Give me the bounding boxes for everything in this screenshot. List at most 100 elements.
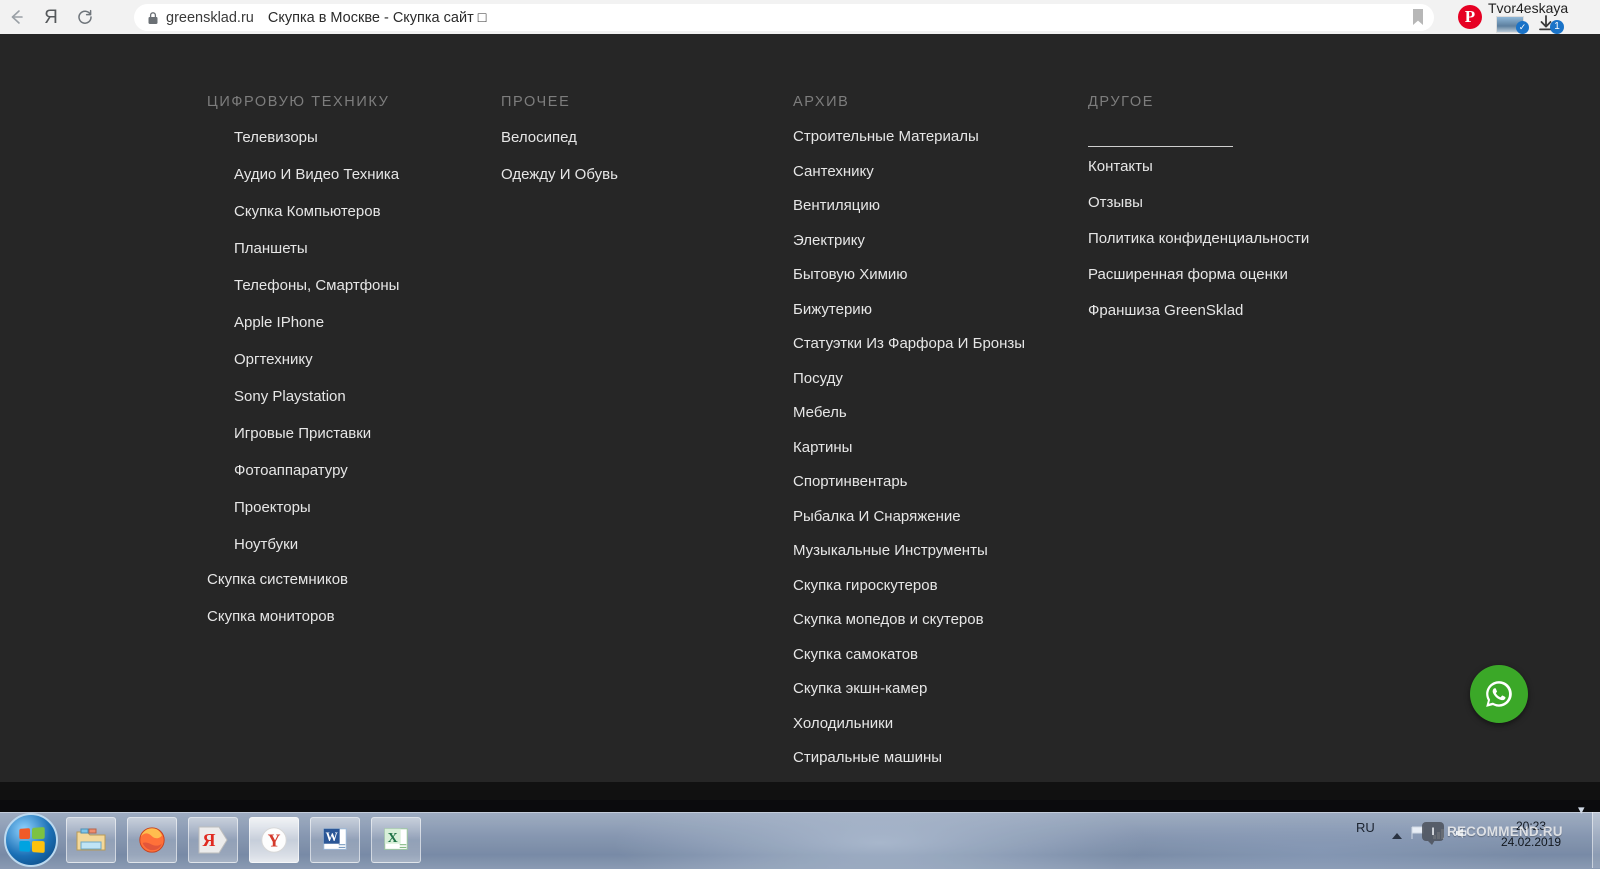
menu-link[interactable]: Франшиза GreenSklad: [1088, 303, 1309, 318]
list-item[interactable]: Вентиляцию: [793, 198, 1025, 213]
list-item[interactable]: Отзывы: [1088, 195, 1309, 210]
list-item[interactable]: Скупка мопедов и скутеров: [793, 612, 1025, 627]
menu-link[interactable]: Планшеты: [234, 241, 399, 256]
back-button[interactable]: [0, 0, 34, 34]
taskbar-item-yandex-browser[interactable]: Я: [188, 817, 238, 863]
list-item[interactable]: Sony Playstation: [234, 389, 399, 404]
list-item[interactable]: Франшиза GreenSklad: [1088, 303, 1309, 318]
bookmark-button[interactable]: [1410, 8, 1426, 27]
list-item[interactable]: Стиральные машины: [793, 750, 1025, 765]
menu-link[interactable]: Музыкальные Инструменты: [793, 543, 1025, 558]
list-item[interactable]: Проекторы: [234, 500, 399, 515]
menu-link[interactable]: Строительные Материалы: [793, 129, 1025, 144]
menu-link[interactable]: Аудио И Видео Техника: [234, 167, 399, 182]
list-item[interactable]: Бытовую Химию: [793, 267, 1025, 282]
menu-link[interactable]: Посуду: [793, 371, 1025, 386]
address-bar[interactable]: greensklad.ru Скупка в Москве - Скупка с…: [134, 4, 1434, 31]
list-item[interactable]: Аудио И Видео Техника: [234, 167, 399, 182]
taskbar-item-excel[interactable]: X: [371, 817, 421, 863]
menu-link[interactable]: Скупка самокатов: [793, 647, 1025, 662]
menu-link[interactable]: Холодильники: [793, 716, 1025, 731]
list-item[interactable]: Контакты: [1088, 159, 1309, 174]
pinterest-extension-button[interactable]: P: [1458, 5, 1482, 29]
list-item[interactable]: Электрику: [793, 233, 1025, 248]
list-item[interactable]: Ноутбуки: [234, 537, 399, 552]
menu-link[interactable]: Мебель: [793, 405, 1025, 420]
list-item[interactable]: Планшеты: [234, 241, 399, 256]
list-item[interactable]: Телефоны, Смартфоны: [234, 278, 399, 293]
menu-link[interactable]: Сантехнику: [793, 164, 1025, 179]
list-item[interactable]: Скупка гироскутеров: [793, 578, 1025, 593]
menu-link[interactable]: Sony Playstation: [234, 389, 399, 404]
menu-link[interactable]: Телевизоры: [234, 130, 399, 145]
tray-expand-icon[interactable]: [1392, 833, 1402, 839]
list-item[interactable]: Скупка экшн-камер: [793, 681, 1025, 696]
menu-link[interactable]: Скупка системников: [207, 572, 399, 587]
menu-link[interactable]: Вентиляцию: [793, 198, 1025, 213]
menu-link[interactable]: Расширенная форма оценки: [1088, 267, 1309, 282]
list-item[interactable]: Apple IPhone: [234, 315, 399, 330]
list-item[interactable]: Рыбалка И Снаряжение: [793, 509, 1025, 524]
menu-link[interactable]: Скупка мониторов: [207, 609, 399, 624]
menu-link[interactable]: Скупка Компьютеров: [234, 204, 399, 219]
menu-link[interactable]: Отзывы: [1088, 195, 1309, 210]
menu-link[interactable]: Одежду И Обувь: [501, 167, 618, 182]
menu-link[interactable]: Проекторы: [234, 500, 399, 515]
list-item[interactable]: Скупка системников: [207, 572, 399, 587]
profile-area[interactable]: Tvor4eskaya ✓ 1: [1488, 0, 1600, 34]
menu-link[interactable]: Ноутбуки: [234, 537, 399, 552]
list-item[interactable]: Телевизоры: [234, 130, 399, 145]
reload-button[interactable]: [68, 0, 102, 34]
list-item[interactable]: Статуэтки Из Фарфора И Бронзы: [793, 336, 1025, 351]
taskbar-item-yandex-search[interactable]: Y: [249, 817, 299, 863]
list-item[interactable]: Бижутерию: [793, 302, 1025, 317]
menu-link[interactable]: Оргтехнику: [234, 352, 399, 367]
list-item[interactable]: Спортинвентарь: [793, 474, 1025, 489]
taskbar-item-file-explorer[interactable]: [66, 817, 116, 863]
list-item[interactable]: Политика конфиденциальности: [1088, 231, 1309, 246]
list-item[interactable]: Велосипед: [501, 130, 618, 145]
list-item[interactable]: Игровые Приставки: [234, 426, 399, 441]
menu-link[interactable]: Бижутерию: [793, 302, 1025, 317]
start-button[interactable]: [4, 813, 58, 867]
menu-link[interactable]: Спортинвентарь: [793, 474, 1025, 489]
menu-link[interactable]: Политика конфиденциальности: [1088, 231, 1309, 246]
list-item[interactable]: Скупка мониторов: [207, 609, 399, 624]
list-item[interactable]: Скупка самокатов: [793, 647, 1025, 662]
list-item[interactable]: Мебель: [793, 405, 1025, 420]
menu-link[interactable]: Электрику: [793, 233, 1025, 248]
menu-link[interactable]: Apple IPhone: [234, 315, 399, 330]
list-item[interactable]: Сантехнику: [793, 164, 1025, 179]
list-item[interactable]: Посуду: [793, 371, 1025, 386]
list-item[interactable]: Скупка Компьютеров: [234, 204, 399, 219]
menu-link[interactable]: Картины: [793, 440, 1025, 455]
list-item[interactable]: Оргтехнику: [234, 352, 399, 367]
menu-link[interactable]: Фотоаппаратуру: [234, 463, 399, 478]
menu-link[interactable]: Бытовую Химию: [793, 267, 1025, 282]
list-item[interactable]: Музыкальные Инструменты: [793, 543, 1025, 558]
tray-language-indicator[interactable]: RU: [1356, 820, 1375, 835]
menu-link[interactable]: Стиральные машины: [793, 750, 1025, 765]
menu-link[interactable]: Контакты: [1088, 159, 1309, 174]
list-item[interactable]: Строительные Материалы: [793, 129, 1025, 144]
taskbar-item-word[interactable]: W: [310, 817, 360, 863]
list-item[interactable]: Фотоаппаратуру: [234, 463, 399, 478]
menu-link[interactable]: Игровые Приставки: [234, 426, 399, 441]
menu-link[interactable]: Рыбалка И Снаряжение: [793, 509, 1025, 524]
show-desktop-button[interactable]: [1592, 812, 1600, 868]
menu-link[interactable]: Телефоны, Смартфоны: [234, 278, 399, 293]
menu-link[interactable]: Скупка гироскутеров: [793, 578, 1025, 593]
menu-link[interactable]: Велосипед: [501, 130, 618, 145]
list-item[interactable]: Холодильники: [793, 716, 1025, 731]
menu-link[interactable]: Скупка мопедов и скутеров: [793, 612, 1025, 627]
list-item[interactable]: Картины: [793, 440, 1025, 455]
menu-link[interactable]: Статуэтки Из Фарфора И Бронзы: [793, 336, 1025, 351]
whatsapp-button[interactable]: [1470, 665, 1528, 723]
list-item[interactable]: Одежду И Обувь: [501, 167, 618, 182]
menu-link[interactable]: Скупка экшн-камер: [793, 681, 1025, 696]
yandex-logo-icon: Я: [44, 6, 58, 28]
tray-overflow-caret-icon[interactable]: ▾: [1578, 802, 1585, 818]
list-item[interactable]: Расширенная форма оценки: [1088, 267, 1309, 282]
yandex-home-button[interactable]: Я: [34, 0, 68, 34]
taskbar-item-firefox[interactable]: [127, 817, 177, 863]
